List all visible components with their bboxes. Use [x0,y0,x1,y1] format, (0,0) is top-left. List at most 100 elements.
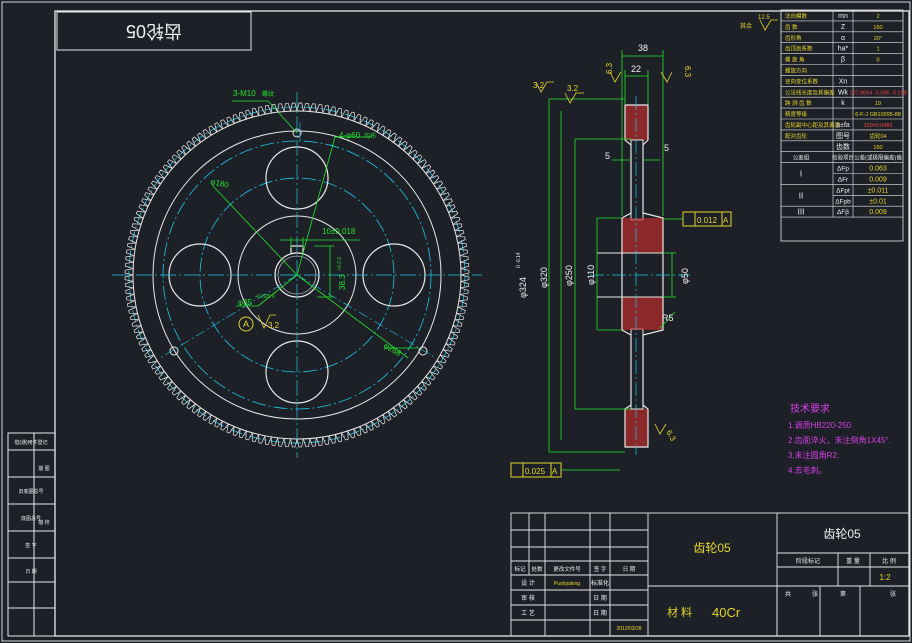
param-sym: β [841,57,845,64]
group-name: I [800,170,802,179]
gear-section-view [510,19,778,478]
outer-frame [1,1,911,642]
param-sym: ha* [838,46,849,53]
param-sym: Z [841,24,846,31]
dim-gap-l: 5 [605,151,610,161]
sheet-label2: 张 [890,590,896,598]
label-m10: 3-M10 [233,89,256,98]
runout-top-datum: A [723,216,729,225]
tech-req-title: 技术要求 [790,402,830,415]
param-sym: 齿数 [836,142,850,151]
tb-row-value: 2012/03/28 [616,626,641,632]
param-name: 齿形角 [785,34,802,42]
rough-b: 3.2 [567,84,579,93]
dim-key-width: 10±0.018 [322,227,356,236]
group-item-value: ±0.01 [869,198,887,205]
group-name: III [798,208,805,217]
cad-drawing: 齿轮05 借(通)用件登记旧底图总号底图总号签 字日 期描 图描 校 3-M10… [1,1,911,642]
rough-bottom: 6.3 [664,429,678,444]
dim-key-depth-tol: +0.2 0 [337,257,343,271]
param-name: 螺 旋 角 [785,56,805,64]
dim-268: φ268 [382,341,403,358]
dim-width-rim: 22 [631,64,641,74]
tb-row-role: 设 计 [521,579,535,587]
tb-row-label: 标准化 [591,579,609,587]
dim-110: φ110 [586,265,596,285]
dim-gap-r: 5 [664,143,669,153]
sheet-no: 第 [840,590,846,598]
group-header-a: 公差组 [793,154,810,162]
tech-req-line: 3.未注圆角R2; [788,450,839,460]
runout-top: 0.012 [697,216,718,225]
group-name: II [799,191,803,200]
weight-label: 重 量 [846,557,860,565]
rough-corner-value: 12.5 [758,15,770,21]
scale-label: 比 例 [882,557,896,565]
param-sym: Xn [839,78,848,85]
dim-180: φ180 [210,177,231,190]
left-strip [7,432,56,637]
rough-bore: 3.2 [268,321,280,330]
left-strip-sub: 描 校 [38,519,49,526]
param-name: 齿轮副中心距及其偏差 [785,121,841,129]
group-item-sym: ΔFpt [836,187,850,194]
group-item-value: ±0.011 [868,187,889,194]
tb-row-role: 审 核 [521,594,535,602]
rough-a: 3.2 [533,81,545,90]
group-item-sym: ΔFr [838,177,849,184]
param-value: 160 [873,25,882,31]
param-name: 跨 测 齿 数 [785,99,812,107]
param-name: 齿 数 [785,23,798,31]
runout-bottom-datum: A [552,467,558,476]
tb-header-cell: 日 期 [623,566,636,573]
param-value: 2 [876,14,879,20]
sheet-label: 张 [812,590,818,598]
tech-req-line: 2.齿面淬火，未注倒角1X45°. [788,435,891,445]
stage-mark: 阶段标记 [796,557,820,565]
datum-a-front-text: A [243,319,249,329]
param-sym: Wk [838,89,849,96]
tb-header-cell: 标记 [514,565,526,573]
sheet-total: 共 [785,590,791,598]
param-value: 1 [876,47,879,53]
param-value: 107.8064 -0.096 -0.158 [849,90,906,96]
left-strip-label: 旧底图总号 [18,488,43,495]
dim-bore-tol: +0.025 0 [255,294,275,300]
tb-row-label: 日 期 [593,609,607,617]
gear-parameter-table: 法向模数 mn 2 齿 数 Z 160 齿形角 α 20° 齿顶高系数 ha* 1 螺 旋 角 β 0 螺旋方… [780,9,907,242]
tb-header-cell: 更改文件号 [553,565,581,573]
group-item-sym: ΔFβ [837,209,849,216]
left-strip-label: 借(通)用件登记 [14,439,47,446]
param-value: 0 [876,58,879,64]
dim-bore: φ35 [238,298,253,307]
param-name: 配对齿轮 [785,132,808,140]
group-item-value: 0.063 [869,166,887,173]
tb-header-cell: 签 字 [594,565,607,573]
param-sym: a±fa [836,122,850,129]
param-sym: α [841,35,845,42]
param-sym: mn [838,13,848,20]
gear-front-view [112,92,482,458]
group-item-value: 0.009 [869,177,887,184]
param-sym: 图号 [836,132,850,140]
group-header-b: 检验项目 [832,154,854,162]
dim-320: φ320 [539,267,549,288]
label-holes-suffix: 均布 [364,132,376,140]
group-header-c: 公差(或极限偏差)值 [854,154,902,162]
param-value: 320±0.0485 [863,123,892,129]
material-value: 40Cr [712,605,741,620]
rough-corner-label: 其余 [740,22,752,30]
tb-header-cell: 处数 [531,565,543,573]
scale-value: 1:2 [879,573,891,582]
param-name: 齿顶高系数 [785,45,813,53]
param-name: 公法线长度及其偏差 [785,88,835,96]
label-m10-suffix: 螺纹 [262,90,274,98]
dim-width-total: 38 [638,43,648,53]
rough-left: 6.3 [605,62,614,74]
group-item-sym: ΔFp [837,166,849,173]
dim-tip-tol: 0 -0.14 [516,252,522,268]
tb-row-name: Pushpaking [554,581,580,587]
m10-hole-3 [418,346,428,356]
param-value: 19 [875,101,881,107]
param-value: 20° [874,36,882,42]
